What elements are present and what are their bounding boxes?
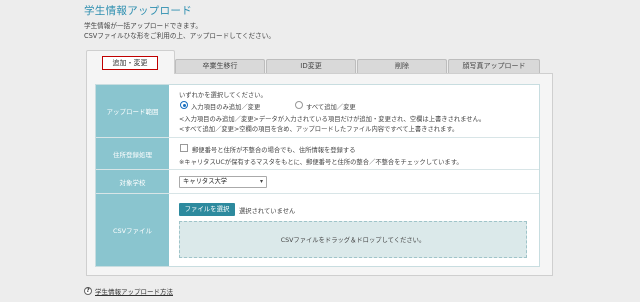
upload-method-label: アップロード範囲 bbox=[96, 85, 169, 137]
address-check-row: 住所登録処理 郵便番号と住所が不整合の場合でも、住所情報を登録する ※キャリタス… bbox=[96, 138, 539, 170]
address-check-checkbox-label[interactable]: 郵便番号と住所が不整合の場合でも、住所情報を登録する bbox=[192, 145, 356, 154]
upload-method-prompt: いずれかを選択してください。 bbox=[179, 92, 267, 99]
chevron-down-icon: ▾ bbox=[259, 178, 263, 185]
tab-photo-upload[interactable]: 顔写真アップロード bbox=[448, 59, 540, 73]
upload-method-note-2: <すべて追加／変更>空欄の項目を含め、アップロードしたファイル内容ですべて上書き… bbox=[179, 126, 459, 133]
radio-input-only[interactable] bbox=[180, 101, 188, 109]
csv-dropzone[interactable]: CSVファイルをドラッグ＆ドロップしてください。 bbox=[179, 221, 527, 258]
upload-form: アップロード範囲 いずれかを選択してください。 入力項目のみ追加／変更 すべて追… bbox=[95, 84, 540, 267]
school-label: 対象学校 bbox=[96, 170, 169, 193]
radio-all-label[interactable]: すべて追加／変更 bbox=[306, 102, 356, 111]
csv-file-label: CSVファイル bbox=[96, 194, 169, 266]
radio-input-only-label[interactable]: 入力項目のみ追加／変更 bbox=[191, 102, 260, 111]
tab-add-change-label: 追加・変更 bbox=[102, 56, 158, 70]
tab-id-change[interactable]: ID変更 bbox=[266, 59, 356, 73]
school-select-value: キャリタス大学 bbox=[183, 178, 228, 185]
csv-file-body: ファイルを選択 選択されていません CSVファイルをドラッグ＆ドロップしてくださ… bbox=[169, 194, 539, 266]
address-check-label: 住所登録処理 bbox=[96, 138, 169, 169]
tab-delete[interactable]: 削除 bbox=[357, 59, 447, 73]
upload-method-body: いずれかを選択してください。 入力項目のみ追加／変更 すべて追加／変更 <入力項… bbox=[169, 85, 539, 137]
file-status: 選択されていません bbox=[239, 208, 296, 215]
question-icon: ? bbox=[84, 287, 92, 295]
page-title: 学生情報アップロード bbox=[84, 5, 192, 17]
school-body: キャリタス大学 ▾ bbox=[169, 170, 539, 193]
help-upload-method-link[interactable]: 学生情報アップロード方法 bbox=[95, 286, 173, 296]
address-check-checkbox[interactable] bbox=[180, 144, 188, 152]
address-check-note: ※キャリタスUCが保有するマスタをもとに、郵便番号と住所の整合／不整合をチェック… bbox=[179, 159, 463, 166]
page-description-line-2: CSVファイルひな形をご利用の上、アップロードしてください。 bbox=[84, 32, 275, 40]
csv-file-row: CSVファイル ファイルを選択 選択されていません CSVファイルをドラッグ＆ド… bbox=[96, 194, 539, 266]
upload-method-note-1: <入力項目のみ追加／変更>データが入力されている項目だけが追加・変更され、空欄は… bbox=[179, 116, 486, 123]
radio-all[interactable] bbox=[295, 101, 303, 109]
address-check-body: 郵便番号と住所が不整合の場合でも、住所情報を登録する ※キャリタスUCが保有する… bbox=[169, 138, 539, 169]
upload-method-row: アップロード範囲 いずれかを選択してください。 入力項目のみ追加／変更 すべて追… bbox=[96, 85, 539, 138]
page-description-line-1: 学生情報が一括アップロードできます。 bbox=[84, 22, 203, 30]
tab-add-change[interactable]: 追加・変更 bbox=[86, 50, 175, 74]
school-select[interactable]: キャリタス大学 ▾ bbox=[179, 176, 267, 188]
school-row: 対象学校 キャリタス大学 ▾ bbox=[96, 170, 539, 194]
tab-graduate-migration[interactable]: 卒業生移行 bbox=[175, 59, 265, 73]
file-select-button[interactable]: ファイルを選択 bbox=[179, 203, 235, 216]
